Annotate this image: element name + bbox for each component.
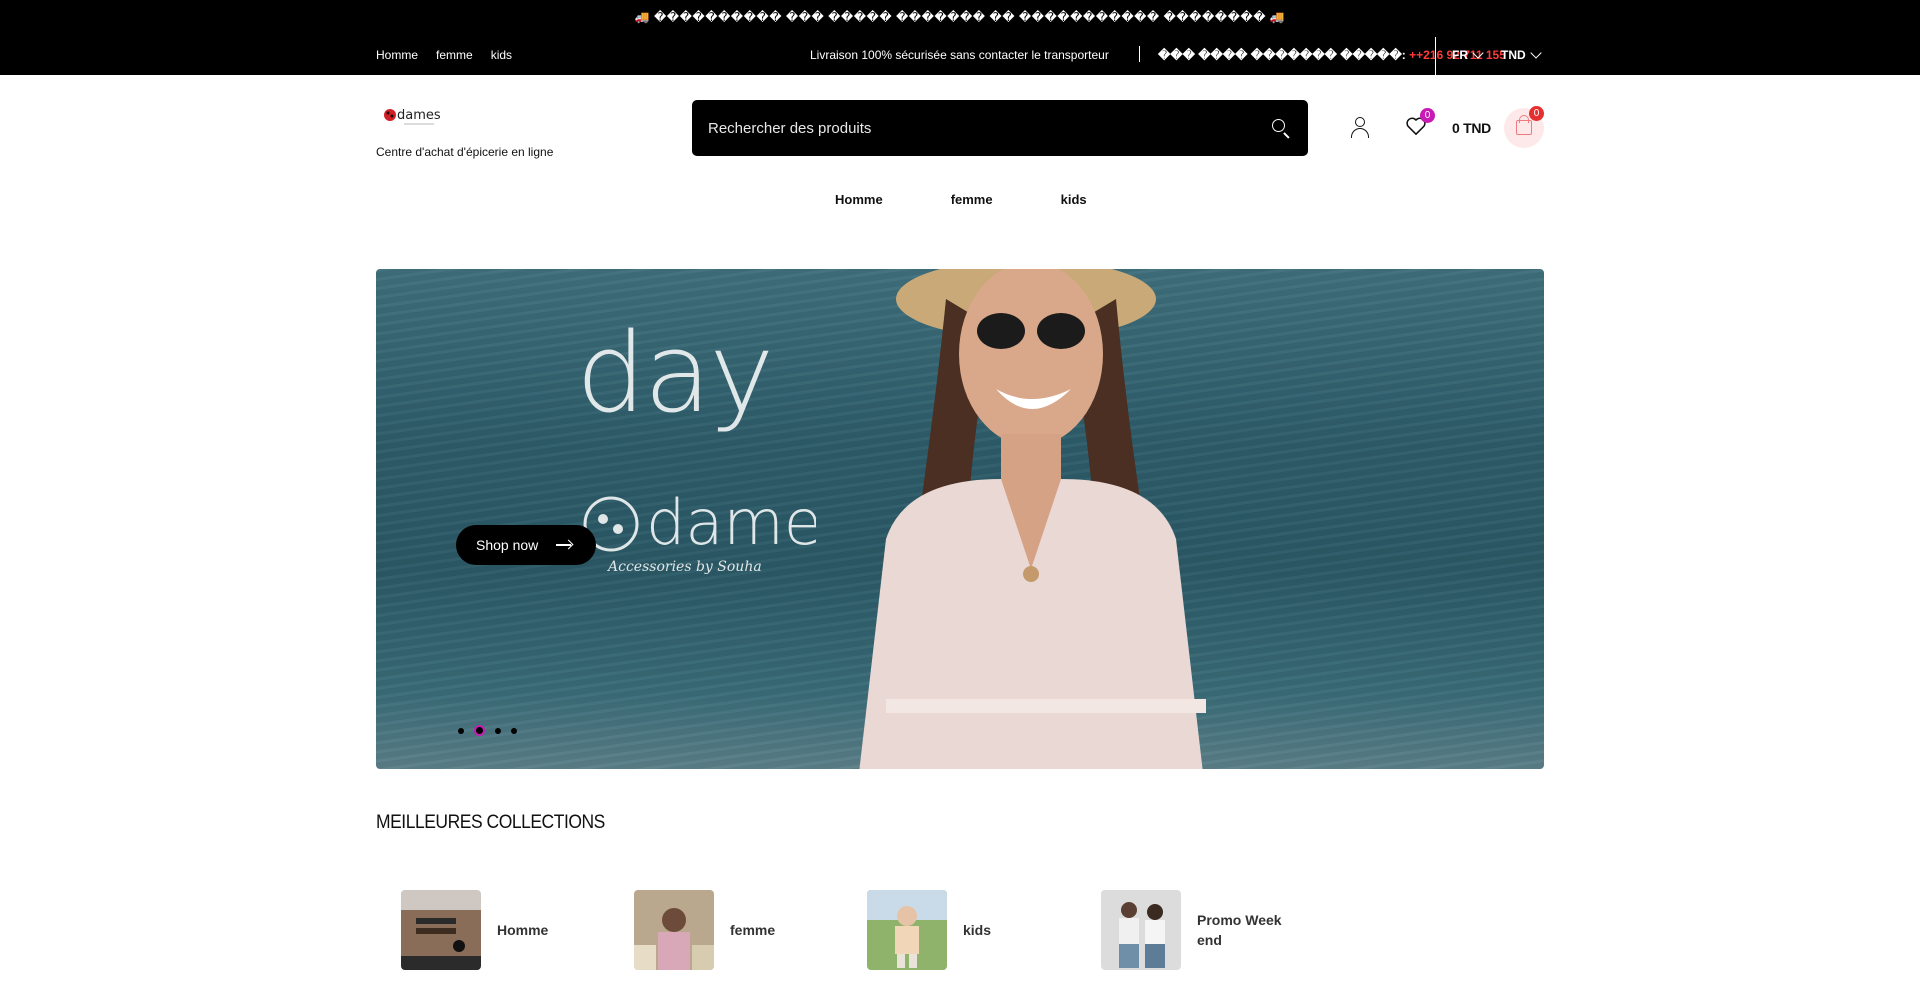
main-nav-homme[interactable]: Homme — [835, 192, 883, 207]
contact-label: ��� ���� ������� �����: — [1158, 48, 1406, 62]
language-value: FR — [1452, 48, 1468, 62]
slider-dot-1[interactable] — [458, 727, 464, 734]
collection-label: Homme — [497, 922, 549, 938]
cart-count-badge: 0 — [1529, 106, 1544, 121]
divider — [1139, 46, 1140, 62]
collection-thumb-femme — [634, 890, 714, 970]
site-logo[interactable]: dames — [382, 104, 442, 128]
wishlist-count-badge: 0 — [1420, 108, 1435, 123]
main-nav-femme[interactable]: femme — [951, 192, 993, 207]
collection-femme[interactable]: femme — [634, 890, 775, 970]
collection-homme[interactable]: Homme — [401, 890, 548, 970]
currency-value: TND — [1501, 48, 1526, 62]
collections-list: Homme femme kids Promo Week end — [401, 890, 1551, 970]
search-bar[interactable]: Rechercher des produits — [692, 100, 1308, 156]
hero-brand-text: dames — [646, 486, 816, 559]
announcement-bar: 🚚 ���������� ��� ����� ������� �� ������… — [634, 10, 1286, 24]
slider-dot-4[interactable] — [511, 727, 517, 734]
collection-label: femme — [730, 922, 776, 938]
cart-button[interactable]: 0 — [1504, 106, 1544, 148]
arrow-right-icon — [556, 539, 574, 550]
shop-now-button[interactable]: Shop now — [456, 525, 596, 565]
cart-total[interactable]: 0 TND — [1452, 120, 1491, 136]
bag-icon — [1516, 120, 1532, 135]
chevron-down-icon — [1472, 47, 1484, 59]
slider-dot-2[interactable] — [474, 725, 485, 736]
site-tagline: Centre d'achat d'épicerie en ligne — [376, 145, 554, 159]
main-nav: Homme femme kids — [835, 192, 1087, 207]
delivery-info: Livraison 100% sécurisée sans contacter … — [810, 48, 1109, 62]
currency-selector[interactable]: TND — [1501, 47, 1542, 62]
language-selector[interactable]: FR — [1452, 47, 1484, 62]
divider — [1435, 37, 1436, 75]
collection-label: Promo Week end — [1197, 912, 1282, 948]
shop-now-label: Shop now — [476, 537, 539, 553]
collection-kids[interactable]: kids — [867, 890, 991, 970]
top-nav: Homme femme kids — [376, 48, 512, 62]
collection-thumb-promo — [1101, 890, 1181, 970]
hero-overlay-word: day — [576, 309, 774, 437]
top-bar: 🚚 ���������� ��� ����� ������� �� ������… — [0, 0, 1920, 75]
collection-thumb-homme — [401, 890, 481, 970]
collection-label: kids — [963, 922, 992, 938]
collections-title: MEILLEURES COLLECTIONS — [376, 812, 605, 833]
hero-slider[interactable]: day dames Accessories by Souha Shop now — [376, 269, 1544, 769]
top-nav-femme[interactable]: femme — [436, 48, 473, 62]
search-input[interactable]: Rechercher des produits — [708, 120, 1270, 137]
wishlist-button[interactable]: 0 — [1405, 108, 1435, 138]
slider-dot-3[interactable] — [495, 727, 501, 734]
collection-promo-week-end[interactable]: Promo Week end — [1101, 890, 1287, 970]
account-icon[interactable] — [1350, 116, 1370, 138]
hero-model-image — [859, 269, 1206, 769]
top-nav-kids[interactable]: kids — [491, 48, 512, 62]
collection-thumb-kids — [867, 890, 947, 970]
top-nav-homme[interactable]: Homme — [376, 48, 418, 62]
chevron-down-icon — [1530, 47, 1542, 59]
slider-dots — [458, 725, 517, 736]
hero-brand-subtitle: Accessories by Souha — [608, 559, 762, 575]
search-icon[interactable] — [1270, 117, 1292, 139]
main-nav-kids[interactable]: kids — [1061, 192, 1087, 207]
logo-text: dames — [397, 108, 441, 123]
hero-brand-logo: dames — [583, 486, 816, 559]
